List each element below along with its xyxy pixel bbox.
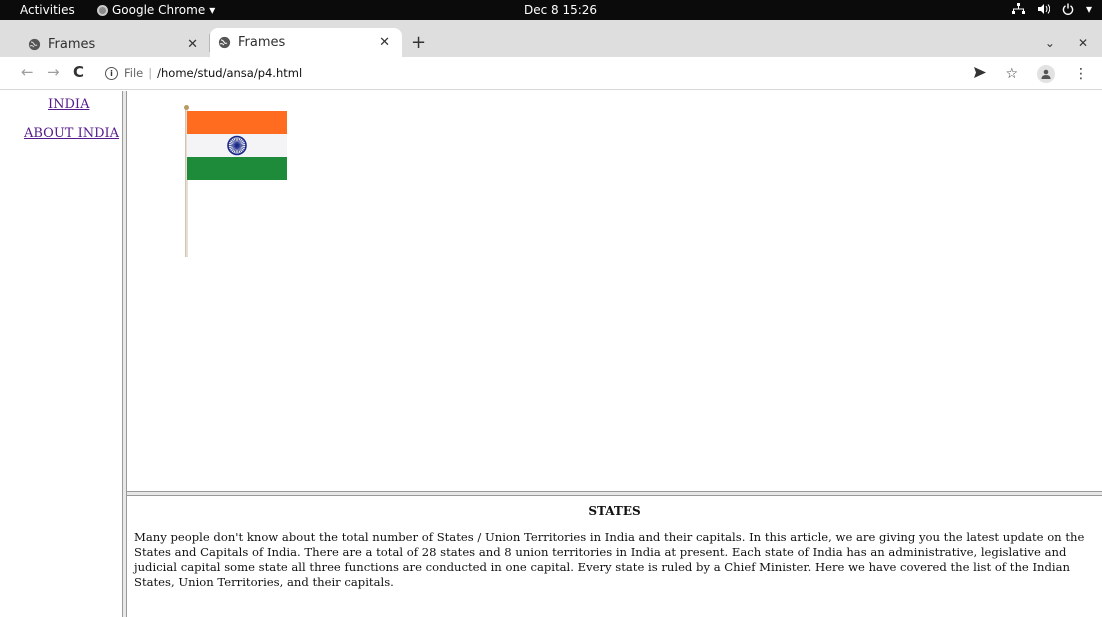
window-close-icon[interactable]: ✕: [1078, 36, 1088, 50]
app-name: Google Chrome: [112, 3, 206, 17]
india-flag-image: [187, 111, 287, 180]
states-description: Many people don't know about the total n…: [134, 530, 1085, 589]
tab-frames-2[interactable]: Frames ✕: [210, 28, 402, 57]
toolbar-actions: ☆ ⋮: [974, 65, 1088, 83]
caret-down-icon: ▾: [1085, 2, 1092, 16]
states-heading: STATES: [588, 504, 641, 518]
ashoka-chakra-icon: [227, 135, 247, 156]
forward-arrow-icon[interactable]: →: [47, 64, 60, 80]
kebab-menu-icon[interactable]: ⋮: [1074, 66, 1088, 82]
tab-strip-controls: ⌄ ✕: [1045, 36, 1088, 50]
globe-icon: [218, 36, 231, 49]
tab-strip: Frames ✕ Frames ✕ + ⌄ ✕: [0, 20, 1102, 57]
tab-title: Frames: [48, 36, 96, 52]
system-top-bar: Activities Google Chrome ▾ Dec 8 15:26 ▾: [0, 0, 1102, 20]
link-india[interactable]: INDIA: [48, 97, 89, 112]
send-icon[interactable]: [974, 67, 987, 81]
network-icon: [1011, 3, 1025, 15]
close-icon[interactable]: ✕: [187, 37, 198, 52]
volume-icon: [1037, 3, 1050, 15]
content-frame-bottom: STATES Many people don't know about the …: [127, 496, 1102, 617]
tab-search-chevron-icon[interactable]: ⌄: [1045, 36, 1055, 50]
profile-avatar-icon[interactable]: [1037, 65, 1055, 83]
close-icon[interactable]: ✕: [379, 35, 390, 50]
flag-pole-finial: [184, 105, 189, 110]
tab-frames-1[interactable]: Frames ✕: [20, 31, 210, 57]
left-nav-frame: INDIA ABOUT INDIA: [0, 91, 122, 617]
info-icon[interactable]: i: [105, 66, 118, 80]
chrome-app-icon: [97, 4, 108, 16]
tab-title: Frames: [238, 35, 286, 50]
new-tab-button[interactable]: +: [411, 33, 426, 53]
globe-icon: [28, 38, 41, 50]
star-icon[interactable]: ☆: [1005, 66, 1018, 82]
power-icon: [1062, 3, 1074, 15]
address-bar[interactable]: i File | /home/stud/ansa/p4.html: [105, 66, 302, 80]
link-about-india[interactable]: ABOUT INDIA: [24, 126, 119, 141]
browser-toolbar: ← → C i File | /home/stud/ansa/p4.html ☆…: [0, 57, 1102, 90]
caret-down-icon: ▾: [209, 3, 216, 17]
back-arrow-icon[interactable]: ←: [21, 64, 34, 80]
file-label: File: [124, 66, 144, 80]
clock[interactable]: Dec 8 15:26: [524, 3, 597, 17]
content-frame-top: [127, 91, 1102, 491]
url-text[interactable]: /home/stud/ansa/p4.html: [157, 66, 302, 80]
omnibox-separator: |: [148, 66, 153, 80]
reload-icon[interactable]: C: [73, 64, 84, 80]
app-menu[interactable]: Google Chrome ▾: [97, 3, 215, 17]
system-tray[interactable]: ▾: [1011, 2, 1092, 16]
activities-button[interactable]: Activities: [20, 3, 75, 17]
